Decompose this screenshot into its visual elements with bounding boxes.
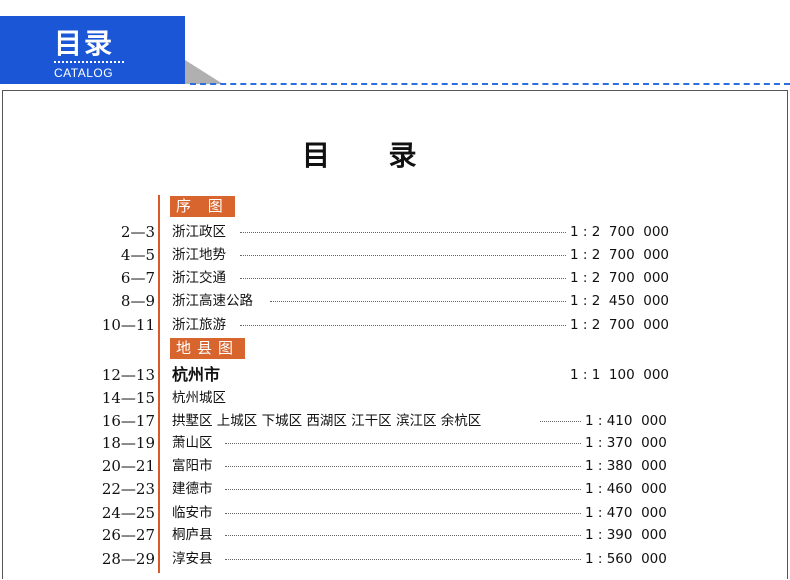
- toc-page-range: 6—7: [120, 269, 155, 287]
- toc-entry-scale: 1 : 410 000: [582, 410, 667, 432]
- toc-entry-scale: 1 : 2 450 000: [567, 290, 670, 312]
- toc-page-range: 10—11: [101, 316, 155, 334]
- toc-entry-scale: 1 : 470 000: [582, 502, 667, 524]
- toc-entry-name: 浙江交通: [172, 267, 229, 289]
- toc-row[interactable]: 12—13 杭州市 1 : 1 100 000: [0, 364, 790, 386]
- catalog-badge: 目录 CATALOG: [0, 16, 185, 84]
- badge-subtitle: CATALOG: [54, 66, 114, 80]
- section-heading-county-maps: 地县图: [170, 338, 246, 359]
- toc-row[interactable]: 28—29 淳安县 1 : 560 000: [0, 548, 790, 570]
- toc-entry-name: 临安市: [172, 502, 216, 524]
- toc-entry-scale: 1 : 1 100 000: [567, 364, 670, 386]
- toc-entry-name: 浙江旅游: [172, 314, 229, 336]
- toc-leader-dots: [540, 421, 585, 422]
- badge-dotted-divider: [54, 61, 124, 63]
- page-title: 目 录: [302, 139, 417, 172]
- toc-leader-dots: [240, 255, 570, 256]
- toc-page-range: 16—17: [101, 412, 155, 430]
- toc-page-range: 28—29: [101, 550, 155, 568]
- toc-leader-dots: [225, 559, 585, 560]
- toc-page-range: 8—9: [120, 292, 155, 310]
- toc-entry-scale: 1 : 560 000: [582, 548, 667, 570]
- toc-page-range: 2—3: [120, 223, 155, 241]
- toc-entry-name: 拱墅区 上城区 下城区 西湖区 江干区 滨江区 余杭区: [172, 410, 485, 432]
- toc-leader-dots: [240, 232, 570, 233]
- toc-leader-dots: [225, 443, 585, 444]
- toc-row[interactable]: 4—5 浙江地势 1 : 2 700 000: [0, 244, 790, 266]
- toc-entry-name: 萧山区: [172, 432, 216, 454]
- toc-leader-dots: [240, 325, 570, 326]
- toc-leader-dots: [225, 489, 585, 490]
- section-heading-preface: 序 图: [170, 196, 235, 217]
- toc-row[interactable]: 14—15 杭州城区: [0, 387, 790, 409]
- toc-entry-scale: 1 : 2 700 000: [567, 314, 670, 336]
- toc-entry-scale: 1 : 460 000: [582, 478, 667, 500]
- toc-row[interactable]: 26—27 桐庐县 1 : 390 000: [0, 524, 790, 546]
- toc-row[interactable]: 10—11 浙江旅游 1 : 2 700 000: [0, 314, 790, 336]
- toc-leader-dots: [225, 466, 585, 467]
- toc-entry-scale: 1 : 380 000: [582, 455, 667, 477]
- toc-entry-scale: 1 : 370 000: [582, 432, 667, 454]
- badge-tail-decoration: [185, 60, 223, 84]
- toc-row[interactable]: 20—21 富阳市 1 : 380 000: [0, 455, 790, 477]
- toc-page-range: 20—21: [101, 457, 155, 475]
- toc-page-range: 12—13: [101, 366, 155, 384]
- toc-row[interactable]: 2—3 浙江政区 1 : 2 700 000: [0, 221, 790, 243]
- header-dashed-rule: [190, 83, 790, 85]
- toc-page-range: 26—27: [101, 526, 155, 544]
- toc-leader-dots: [270, 301, 570, 302]
- toc-page-range: 18—19: [101, 434, 155, 452]
- toc-page-range: 4—5: [120, 246, 155, 264]
- toc-row[interactable]: 8—9 浙江高速公路 1 : 2 450 000: [0, 290, 790, 312]
- toc-entry-name: 杭州城区: [172, 387, 229, 409]
- toc-entry-name: 富阳市: [172, 455, 216, 477]
- toc-row[interactable]: 24—25 临安市 1 : 470 000: [0, 502, 790, 524]
- badge-title: 目录: [54, 27, 115, 60]
- toc-entry-name: 淳安县: [172, 548, 216, 570]
- toc-entry-scale: 1 : 390 000: [582, 524, 667, 546]
- toc-leader-dots: [225, 535, 585, 536]
- toc-entry-name: 桐庐县: [172, 524, 216, 546]
- toc-entry-scale: 1 : 2 700 000: [567, 244, 670, 266]
- toc-row[interactable]: 18—19 萧山区 1 : 370 000: [0, 432, 790, 454]
- toc-leader-dots: [240, 278, 570, 279]
- toc-row[interactable]: 16—17 拱墅区 上城区 下城区 西湖区 江干区 滨江区 余杭区 1 : 41…: [0, 410, 790, 432]
- toc-leader-dots: [225, 513, 585, 514]
- toc-entry-name: 浙江高速公路: [172, 290, 256, 312]
- toc-entry-scale: 1 : 2 700 000: [567, 267, 670, 289]
- toc-page-range: 22—23: [101, 480, 155, 498]
- toc-row[interactable]: 6—7 浙江交通 1 : 2 700 000: [0, 267, 790, 289]
- toc-entry-name: 建德市: [172, 478, 216, 500]
- toc-entry-name: 浙江地势: [172, 244, 229, 266]
- toc-entry-name: 浙江政区: [172, 221, 229, 243]
- toc-entry-scale: 1 : 2 700 000: [567, 221, 670, 243]
- toc-entry-name: 杭州市: [172, 364, 224, 386]
- toc-page-range: 24—25: [101, 504, 155, 522]
- toc-row[interactable]: 22—23 建德市 1 : 460 000: [0, 478, 790, 500]
- toc-page-range: 14—15: [101, 389, 155, 407]
